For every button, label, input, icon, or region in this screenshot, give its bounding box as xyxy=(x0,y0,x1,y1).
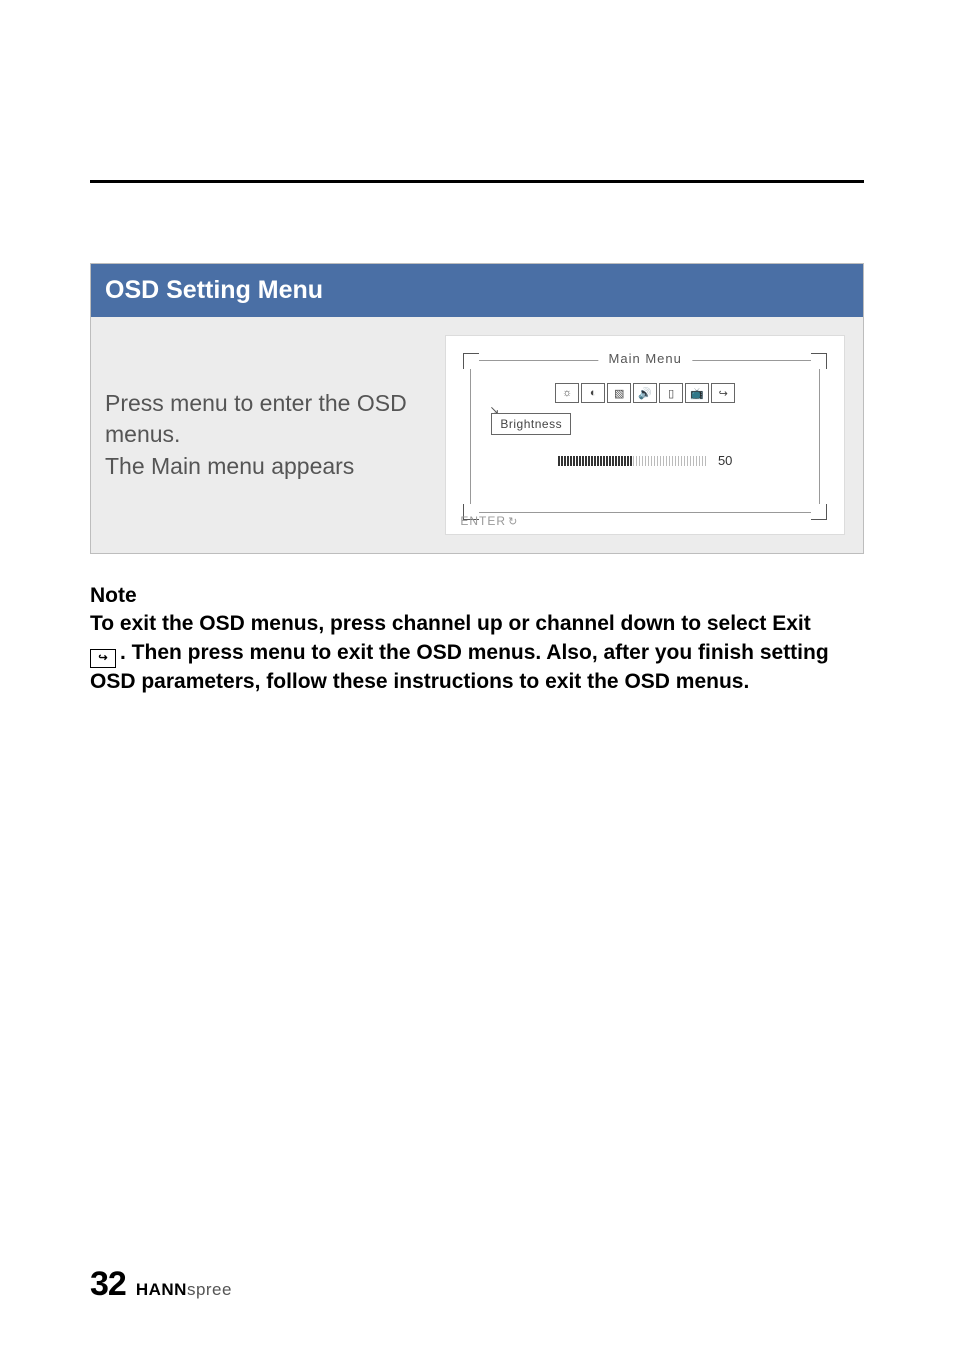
osd-diagram: Main Menu ☼ ◐ ▧ 🔊 ▯ 📺 ↪ ↘ Brightness xyxy=(445,335,845,535)
panel-body: Press menu to enter the OSD menus. The M… xyxy=(91,317,863,553)
corner-tr-icon xyxy=(811,353,827,369)
osd-setting-panel: OSD Setting Menu Press menu to enter the… xyxy=(90,263,864,554)
note-block: Note To exit the OSD menus, press channe… xyxy=(90,582,864,696)
selected-item-label: Brightness xyxy=(491,413,571,435)
slider-fill xyxy=(558,456,633,466)
instruction-text: Press menu to enter the OSD menus. The M… xyxy=(105,335,445,535)
main-menu-frame: Main Menu ☼ ◐ ▧ 🔊 ▯ 📺 ↪ ↘ Brightness xyxy=(470,360,820,513)
enter-text: ENTER xyxy=(460,514,506,528)
exit-icon: ↪ xyxy=(711,383,735,403)
exit-menu-icon: ↪ xyxy=(90,649,116,668)
sound-icon: 🔊 xyxy=(633,383,657,403)
brand-label: HANNspree xyxy=(136,1280,232,1300)
slider-track xyxy=(558,456,708,466)
enter-label: ENTER ↻ xyxy=(460,514,518,528)
note-line-2: . Then press menu to exit the OSD menus.… xyxy=(90,641,829,693)
brand-bold: HANN xyxy=(136,1280,187,1299)
picture-icon: ▧ xyxy=(607,383,631,403)
menu-icon-row: ☼ ◐ ▧ 🔊 ▯ 📺 ↪ xyxy=(483,383,807,403)
page-footer: 32 HANNspree xyxy=(90,1265,232,1304)
corner-tl-icon xyxy=(463,353,479,369)
brightness-icon: ☼ xyxy=(555,383,579,403)
instruction-line-2: The Main menu appears xyxy=(105,453,354,479)
brand-light: spree xyxy=(187,1280,232,1299)
page-icon: ▯ xyxy=(659,383,683,403)
horizontal-rule xyxy=(90,180,864,183)
panel-title: OSD Setting Menu xyxy=(91,264,863,317)
corner-br-icon xyxy=(811,504,827,520)
note-heading: Note xyxy=(90,584,137,607)
slider-value: 50 xyxy=(718,453,732,468)
slider-row: 50 xyxy=(483,453,807,468)
instruction-line-1: Press menu to enter the OSD menus. xyxy=(105,390,407,447)
contrast-icon: ◐ xyxy=(581,383,605,403)
page-number: 32 xyxy=(90,1265,126,1304)
main-menu-title: Main Menu xyxy=(599,351,692,366)
tv-icon: 📺 xyxy=(685,383,709,403)
slider-empty xyxy=(633,456,708,466)
note-line-1: To exit the OSD menus, press channel up … xyxy=(90,612,811,635)
enter-arrow-icon: ↻ xyxy=(508,515,518,528)
